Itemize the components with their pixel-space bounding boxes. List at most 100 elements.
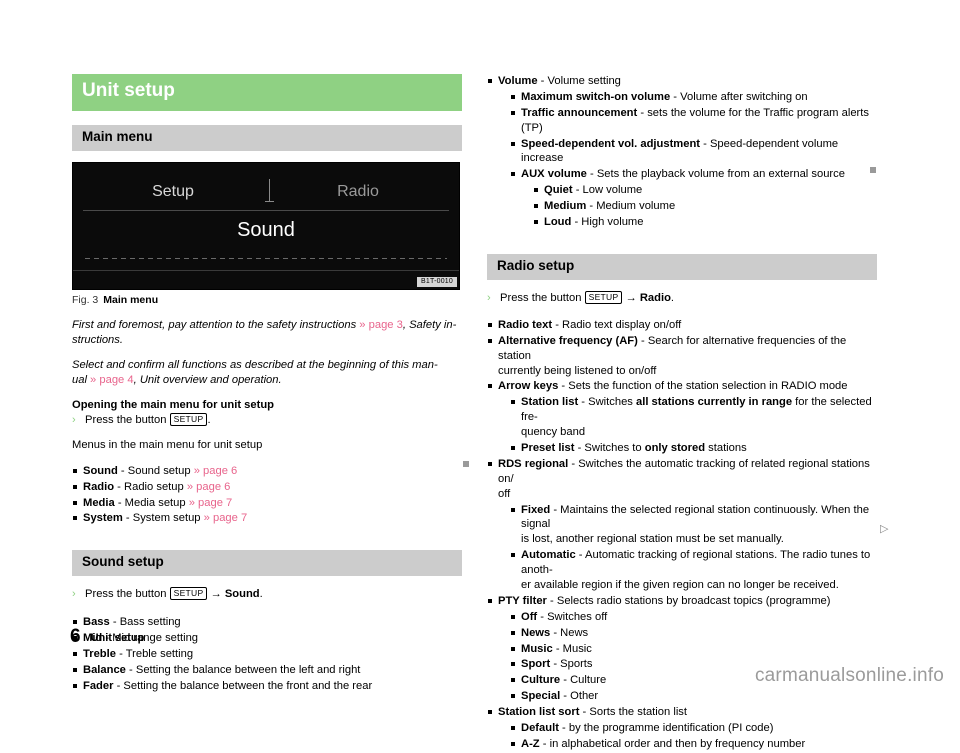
menu-item-term: Media [83, 496, 115, 509]
bullet-square-icon [73, 620, 77, 625]
volume-sub-desc: - Sets the playback volume from an exter… [586, 168, 845, 181]
paragraph-select-confirm: Select and confirm all functions as desc… [72, 358, 462, 388]
list-item: Station list - Switches all stations cur… [510, 395, 877, 440]
menu-item-xref[interactable]: » page 7 [189, 497, 233, 509]
bullet-square-icon [511, 726, 515, 731]
pty-option-term: Off [521, 610, 538, 623]
rds-automatic-term: Automatic [521, 549, 576, 562]
menu-item-xref[interactable]: » page 6 [187, 481, 231, 493]
watermark: carmanualsonline.info [755, 665, 944, 687]
sort-option-term: Default [521, 722, 559, 735]
pty-option-term: Sport [521, 658, 551, 671]
figure-caption: Fig. 3 Main menu [72, 294, 462, 306]
bullet-square-icon [73, 667, 77, 672]
bullet-square-icon [488, 461, 492, 466]
button-key-setup[interactable]: SETUP [169, 412, 208, 426]
list-item: Music - Music [510, 642, 877, 657]
paragraph-safety-text-c: structions. [72, 333, 123, 346]
list-item: Station list sort - Sorts the station li… [487, 705, 877, 752]
bullet-square-icon [488, 338, 492, 343]
list-item: Speed-dependent vol. adjustment - Speed-… [510, 137, 877, 167]
step-press-setup-sound: › Press the button SETUP → Sound. [72, 587, 462, 602]
sound-item-term: Fader [83, 679, 114, 692]
sound-step-period: . [259, 588, 263, 601]
bullet-square-icon [511, 614, 515, 619]
menu-item-xref[interactable]: » page 6 [194, 465, 238, 477]
alt-freq-desc2: currently being listened to on/off [498, 364, 657, 377]
page-number: 6 [70, 626, 81, 647]
sound-item-desc: - Treble setting [115, 648, 194, 661]
list-pty-filter-options: Off - Switches off News - News Music - M… [498, 610, 877, 704]
arrow-keys-desc: - Sets the function of the station selec… [558, 380, 848, 393]
sound-item-desc: - Setting the balance between the left a… [125, 663, 361, 676]
list-aux-volume-levels: Quiet - Low volume Medium - Medium volum… [521, 183, 877, 230]
bullet-square-icon [488, 79, 492, 83]
bullet-square-icon [511, 172, 515, 177]
list-arrow-keys-options: Station list - Switches all stations cur… [498, 395, 877, 456]
section-heading-radio-setup: Radio setup [487, 253, 877, 280]
step-arrow-icon: › [72, 588, 76, 601]
xref-page-3[interactable]: » page 3 [359, 319, 403, 331]
station-list-term: Station list [521, 396, 579, 409]
volume-sub-desc: - Volume after switching on [670, 90, 808, 103]
list-item: Special - Other [510, 689, 877, 704]
list-item: System - System setup » page 7 [72, 511, 462, 526]
station-list-sort-term: Station list sort [498, 706, 580, 719]
bullet-square-icon [488, 598, 492, 603]
sort-option-desc: - in alphabetical order and then by freq… [539, 737, 806, 750]
aux-level-term: Quiet [544, 184, 573, 197]
station-list-bold2: all stations currently in range [636, 396, 793, 409]
margin-mark-top-right [870, 167, 876, 173]
bullet-square-icon [511, 507, 515, 512]
sound-item-term: Balance [83, 663, 126, 676]
pty-option-desc: - Music [552, 642, 592, 655]
bullet-square-icon [488, 322, 492, 327]
pty-filter-term: PTY filter [498, 594, 547, 607]
list-volume-suboptions: Maximum switch-on volume - Volume after … [498, 90, 877, 230]
section-heading-sound-setup: Sound setup [72, 550, 462, 577]
radio-text-desc: - Radio text display on/off [552, 318, 682, 331]
bullet-square-icon [511, 110, 515, 115]
list-item: RDS regional - Switches the automatic tr… [487, 457, 877, 593]
bullet-square-icon [511, 646, 515, 651]
preset-list-desc: - Switches to [574, 441, 645, 454]
bullet-square-icon [73, 652, 77, 657]
watermark-text: carmanualsonline.info [754, 665, 944, 686]
bullet-square-icon [534, 188, 538, 193]
sort-option-desc: - by the programme identification (PI co… [558, 722, 774, 735]
list-item: Loud - High volume [533, 215, 877, 230]
button-key-setup[interactable]: SETUP [169, 587, 208, 601]
list-item: Sound - Sound setup » page 6 [72, 464, 462, 479]
bullet-square-icon [511, 662, 515, 667]
rds-fixed-desc: - Maintains the selected regional statio… [521, 503, 870, 531]
figure-radio-label: Radio [337, 182, 379, 200]
bullet-square-icon [511, 694, 515, 699]
volume-desc: - Volume setting [537, 75, 621, 87]
bullet-square-icon [511, 678, 515, 683]
menu-item-xref[interactable]: » page 7 [204, 512, 248, 524]
pty-option-term: News [521, 626, 551, 639]
figure-screen: Setup Radio Sound B1T-0010 [73, 162, 459, 289]
button-key-setup[interactable]: SETUP [584, 290, 623, 304]
aux-level-term: Medium [544, 200, 587, 213]
list-item: Volume - Volume setting Maximum switch-o… [487, 74, 877, 230]
pty-option-term: Special [521, 690, 561, 703]
bullet-square-icon [488, 710, 492, 715]
sound-step-arrow: → [207, 588, 225, 601]
list-item: Fixed - Maintains the selected regional … [510, 503, 877, 548]
list-item: Traffic announcement - sets the volume f… [510, 106, 877, 136]
pty-option-desc: - News [550, 626, 589, 639]
xref-page-4[interactable]: » page 4 [90, 374, 134, 386]
section-heading-main-menu: Main menu [72, 124, 462, 151]
paragraph-select-text-c: , Unit overview and operation. [133, 374, 282, 387]
pty-option-desc: - Culture [560, 674, 607, 687]
step-press-setup: › Press the button SETUP. [72, 412, 462, 428]
list-item: News - News [510, 626, 877, 641]
preset-list-term: Preset list [521, 441, 575, 454]
figure-title: Main menu [103, 293, 159, 306]
list-item: Preset list - Switches to only stored st… [510, 441, 877, 456]
radio-step-target: Radio [639, 291, 671, 304]
figure-bottom-rule [73, 269, 459, 271]
bullet-square-icon [488, 384, 492, 389]
pty-option-term: Culture [521, 674, 561, 687]
